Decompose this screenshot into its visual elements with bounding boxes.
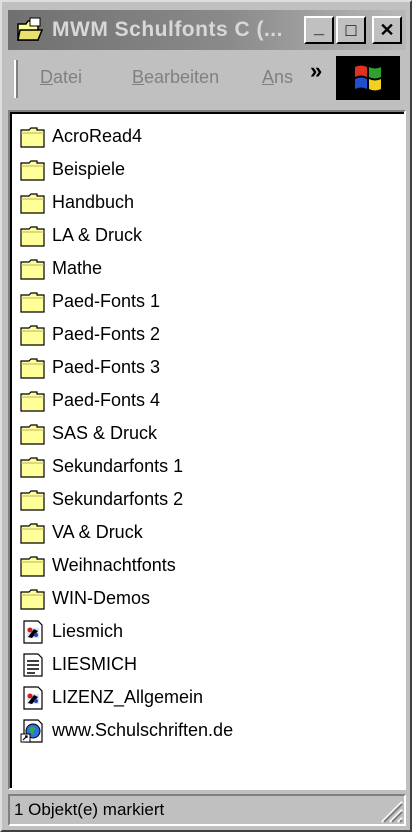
folder-window-icon (17, 17, 44, 41)
file-list-inner: AcroRead4 Beispiele Handbuch LA & Druck Math… (10, 112, 404, 788)
minimize-button[interactable]: _ (304, 16, 334, 44)
status-bar: 1 Objekt(e) markiert (8, 794, 406, 826)
folder-icon (20, 588, 45, 610)
explorer-window: MWM Schulfonts C (... _ □ ✕ Datei Bearbe… (0, 0, 412, 832)
window-title: MWM Schulfonts C (... (52, 18, 283, 41)
close-button[interactable]: ✕ (372, 16, 402, 44)
windows-flag-throbber (336, 56, 400, 100)
folder-icon (20, 423, 45, 445)
list-item[interactable]: www.Schulschriften.de (20, 714, 233, 747)
text-document-icon (23, 652, 43, 677)
folder-icon (20, 159, 45, 181)
file-list-pane[interactable]: AcroRead4 Beispiele Handbuch LA & Druck Math… (8, 110, 406, 790)
list-item-label: Paed-Fonts 2 (52, 324, 161, 344)
list-item-label: LIESMICH (52, 654, 138, 674)
list-item[interactable]: Handbuch (20, 186, 233, 219)
list-item-label: AcroRead4 (52, 126, 143, 146)
list-item-label: Paed-Fonts 1 (52, 291, 161, 311)
folder-icon (20, 357, 45, 379)
list-item[interactable]: Paed-Fonts 4 (20, 384, 233, 417)
list-item[interactable]: LIZENZ_Allgemein (20, 681, 233, 714)
menu-ansicht-rest: ns (274, 67, 294, 87)
list-item[interactable]: Beispiele (20, 153, 233, 186)
menu-overflow-chevron[interactable]: » (310, 58, 322, 84)
file-list: AcroRead4 Beispiele Handbuch LA & Druck Math… (20, 120, 233, 747)
wordpad-document-icon (23, 619, 43, 644)
list-item-label: Paed-Fonts 4 (52, 390, 161, 410)
folder-icon (20, 522, 45, 544)
list-item-label: Paed-Fonts 3 (52, 357, 161, 377)
list-item-label: Weihnachtfonts (52, 555, 176, 575)
menu-ansicht[interactable]: Ans (262, 56, 293, 98)
list-item[interactable]: Paed-Fonts 2 (20, 318, 233, 351)
list-item[interactable]: VA & Druck (20, 516, 233, 549)
menu-bar: Datei Bearbeiten Ans » (8, 56, 406, 102)
list-item[interactable]: Sekundarfonts 2 (20, 483, 233, 516)
list-item-label: SAS & Druck (52, 423, 158, 443)
list-item[interactable]: AcroRead4 (20, 120, 233, 153)
list-item-label: Beispiele (52, 159, 126, 179)
list-item[interactable]: Paed-Fonts 1 (20, 285, 233, 318)
list-item-label: Handbuch (52, 192, 135, 212)
title-bar[interactable]: MWM Schulfonts C (... _ □ ✕ (8, 10, 406, 50)
internet-shortcut-icon (20, 718, 43, 743)
minimize-icon: _ (313, 16, 324, 37)
list-item-label: LA & Druck (52, 225, 143, 245)
menu-datei-rest: atei (53, 67, 83, 87)
menu-bearbeiten[interactable]: Bearbeiten (132, 56, 219, 98)
close-icon: ✕ (379, 19, 395, 40)
list-item-label: LIZENZ_Allgemein (52, 687, 204, 707)
folder-icon (20, 390, 45, 412)
folder-icon (20, 489, 45, 511)
folder-icon (20, 324, 45, 346)
folder-icon (20, 126, 45, 148)
status-text: 1 Objekt(e) markiert (14, 800, 165, 819)
list-item[interactable]: LIESMICH (20, 648, 233, 681)
maximize-icon: □ (345, 19, 357, 40)
toolbar-grip[interactable] (14, 60, 18, 98)
list-item[interactable]: Paed-Fonts 3 (20, 351, 233, 384)
list-item[interactable]: Mathe (20, 252, 233, 285)
folder-icon (20, 555, 45, 577)
menu-ansicht-accel: A (262, 67, 275, 87)
list-item[interactable]: Sekundarfonts 1 (20, 450, 233, 483)
folder-icon (20, 225, 45, 247)
list-item-label: WIN-Demos (52, 588, 150, 608)
folder-icon (20, 258, 45, 280)
list-item[interactable]: WIN-Demos (20, 582, 233, 615)
folder-icon (20, 291, 45, 313)
list-item-label: Sekundarfonts 1 (52, 456, 184, 476)
folder-icon (20, 456, 45, 478)
menu-bearbeiten-accel: B (132, 67, 145, 87)
list-item-label: Sekundarfonts 2 (52, 489, 184, 509)
list-item-label: www.Schulschriften.de (52, 720, 234, 740)
maximize-button[interactable]: □ (336, 16, 366, 44)
menu-datei[interactable]: Datei (40, 56, 82, 98)
list-item-label: VA & Druck (52, 522, 143, 542)
list-item[interactable]: Liesmich (20, 615, 233, 648)
list-item-label: Mathe (52, 258, 103, 278)
list-item[interactable]: SAS & Druck (20, 417, 233, 450)
list-item-label: Liesmich (52, 621, 124, 641)
wordpad-document-icon (23, 685, 43, 710)
resize-grip-icon[interactable] (376, 796, 404, 824)
menu-datei-accel: D (40, 67, 53, 87)
menu-bearbeiten-rest: earbeiten (144, 67, 220, 87)
folder-icon (20, 192, 45, 214)
list-item[interactable]: LA & Druck (20, 219, 233, 252)
windows-flag-icon (355, 65, 381, 91)
list-item[interactable]: Weihnachtfonts (20, 549, 233, 582)
